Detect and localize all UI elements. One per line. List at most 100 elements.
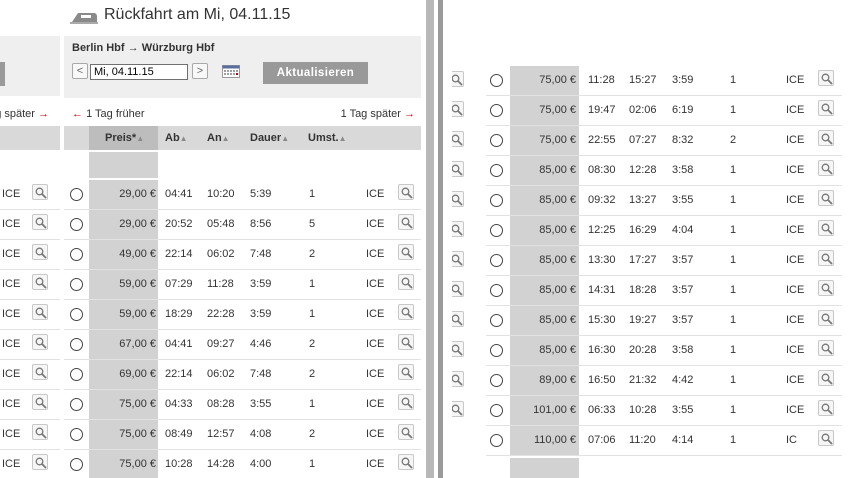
magnifier-icon[interactable] — [398, 424, 414, 440]
magnifier-icon[interactable] — [32, 424, 48, 440]
table-row[interactable]: 49,00 € 22:14 06:02 7:48 2 ICE — [64, 240, 421, 270]
left-fragment-row[interactable]: ICE — [0, 240, 60, 270]
magnifier-icon[interactable] — [398, 454, 414, 470]
select-connection-radio[interactable] — [70, 278, 83, 291]
magnifier-icon[interactable] — [398, 274, 414, 290]
left-fragment-row[interactable]: ICE — [0, 390, 60, 420]
select-connection-radio[interactable] — [70, 188, 83, 201]
table-row[interactable]: 67,00 € 04:41 09:27 4:46 2 ICE — [64, 330, 421, 360]
magnifier-icon[interactable] — [32, 274, 48, 290]
select-connection-radio[interactable] — [490, 194, 503, 207]
magnifier-icon[interactable] — [818, 190, 834, 206]
earlier-day-link[interactable]: ← 1 Tag früher — [72, 108, 145, 120]
table-row[interactable]: 85,00 € 14:31 18:28 3:57 1 ICE — [486, 276, 842, 306]
magnifier-icon[interactable] — [452, 401, 464, 417]
next-day-button[interactable]: > — [192, 63, 208, 79]
select-connection-radio[interactable] — [490, 134, 503, 147]
table-row[interactable]: 75,00 € 10:28 14:28 4:00 1 ICE — [64, 450, 421, 478]
select-connection-radio[interactable] — [70, 428, 83, 441]
magnifier-icon[interactable] — [818, 70, 834, 86]
table-row[interactable]: 85,00 € 16:30 20:28 3:58 1 ICE — [486, 336, 842, 366]
magnifier-icon[interactable] — [32, 334, 48, 350]
select-connection-radio[interactable] — [490, 434, 503, 447]
table-row[interactable]: 85,00 € 13:30 17:27 3:57 1 ICE — [486, 246, 842, 276]
magnifier-icon[interactable] — [32, 364, 48, 380]
date-input[interactable] — [90, 64, 188, 80]
table-row[interactable]: 85,00 € 15:30 19:27 3:57 1 ICE — [486, 306, 842, 336]
select-connection-radio[interactable] — [70, 458, 83, 471]
magnifier-icon[interactable] — [32, 214, 48, 230]
select-connection-radio[interactable] — [490, 344, 503, 357]
magnifier-icon[interactable] — [32, 394, 48, 410]
magnifier-icon[interactable] — [818, 220, 834, 236]
magnifier-icon[interactable] — [818, 430, 834, 446]
column-header-duration[interactable]: Dauer▲ — [250, 132, 289, 144]
magnifier-icon[interactable] — [452, 311, 464, 327]
magnifier-icon[interactable] — [818, 310, 834, 326]
magnifier-icon[interactable] — [818, 400, 834, 416]
table-row[interactable]: 75,00 € 04:33 08:28 3:55 1 ICE — [64, 390, 421, 420]
left-fragment-row[interactable]: ICE — [0, 450, 60, 478]
column-header-arrival[interactable]: An▲ — [207, 132, 230, 144]
table-row[interactable]: 89,00 € 16:50 21:32 4:42 1 ICE — [486, 366, 842, 396]
table-row[interactable]: 85,00 € 09:32 13:27 3:55 1 ICE — [486, 186, 842, 216]
left-fragment-row[interactable]: ICE — [0, 180, 60, 210]
magnifier-icon[interactable] — [452, 191, 464, 207]
refresh-button[interactable]: Aktualisieren — [263, 62, 368, 84]
select-connection-radio[interactable] — [490, 74, 503, 87]
magnifier-icon[interactable] — [452, 131, 464, 147]
select-connection-radio[interactable] — [490, 374, 503, 387]
table-row[interactable]: 29,00 € 04:41 10:20 5:39 1 ICE — [64, 180, 421, 210]
magnifier-icon[interactable] — [818, 250, 834, 266]
select-connection-radio[interactable] — [70, 398, 83, 411]
magnifier-icon[interactable] — [452, 161, 464, 177]
later-day-link[interactable]: 1 Tag später → — [341, 108, 415, 120]
table-row[interactable]: 101,00 € 06:33 10:28 3:55 1 ICE — [486, 396, 842, 426]
column-header-changes[interactable]: Umst.▲ — [308, 132, 346, 144]
left-fragment-row[interactable]: ICE — [0, 300, 60, 330]
magnifier-icon[interactable] — [452, 71, 464, 87]
select-connection-radio[interactable] — [490, 404, 503, 417]
magnifier-icon[interactable] — [818, 160, 834, 176]
table-row[interactable]: 29,00 € 20:52 05:48 8:56 5 ICE — [64, 210, 421, 240]
magnifier-icon[interactable] — [398, 214, 414, 230]
table-row[interactable]: 59,00 € 18:29 22:28 3:59 1 ICE — [64, 300, 421, 330]
magnifier-icon[interactable] — [818, 280, 834, 296]
select-connection-radio[interactable] — [490, 254, 503, 267]
table-row[interactable]: 85,00 € 08:30 12:28 3:58 1 ICE — [486, 156, 842, 186]
table-row[interactable]: 110,00 € 07:06 11:20 4:14 1 IC — [486, 426, 842, 456]
table-row[interactable]: 85,00 € 12:25 16:29 4:04 1 ICE — [486, 216, 842, 246]
magnifier-icon[interactable] — [398, 364, 414, 380]
select-connection-radio[interactable] — [70, 248, 83, 261]
magnifier-icon[interactable] — [818, 370, 834, 386]
left-fragment-button[interactable] — [0, 62, 5, 86]
magnifier-icon[interactable] — [32, 244, 48, 260]
select-connection-radio[interactable] — [70, 338, 83, 351]
magnifier-icon[interactable] — [398, 304, 414, 320]
previous-day-button[interactable]: < — [72, 63, 88, 79]
select-connection-radio[interactable] — [70, 308, 83, 321]
select-connection-radio[interactable] — [70, 218, 83, 231]
select-connection-radio[interactable] — [490, 314, 503, 327]
left-fragment-row[interactable]: ICE — [0, 420, 60, 450]
magnifier-icon[interactable] — [818, 100, 834, 116]
magnifier-icon[interactable] — [818, 340, 834, 356]
left-fragment-row[interactable]: ICE — [0, 360, 60, 390]
magnifier-icon[interactable] — [818, 130, 834, 146]
left-fragment-row[interactable]: ICE — [0, 210, 60, 240]
magnifier-icon[interactable] — [452, 101, 464, 117]
magnifier-icon[interactable] — [32, 304, 48, 320]
select-connection-radio[interactable] — [490, 284, 503, 297]
magnifier-icon[interactable] — [32, 184, 48, 200]
select-connection-radio[interactable] — [490, 164, 503, 177]
magnifier-icon[interactable] — [398, 394, 414, 410]
magnifier-icon[interactable] — [398, 184, 414, 200]
column-header-price[interactable]: Preis*▲ — [105, 132, 144, 144]
column-header-departure[interactable]: Ab▲ — [165, 132, 188, 144]
table-row[interactable]: 75,00 € 19:47 02:06 6:19 1 ICE — [486, 96, 842, 126]
calendar-icon[interactable] — [222, 65, 240, 78]
select-connection-radio[interactable] — [490, 104, 503, 117]
magnifier-icon[interactable] — [32, 454, 48, 470]
table-row[interactable]: 75,00 € 08:49 12:57 4:08 2 ICE — [64, 420, 421, 450]
select-connection-radio[interactable] — [70, 368, 83, 381]
